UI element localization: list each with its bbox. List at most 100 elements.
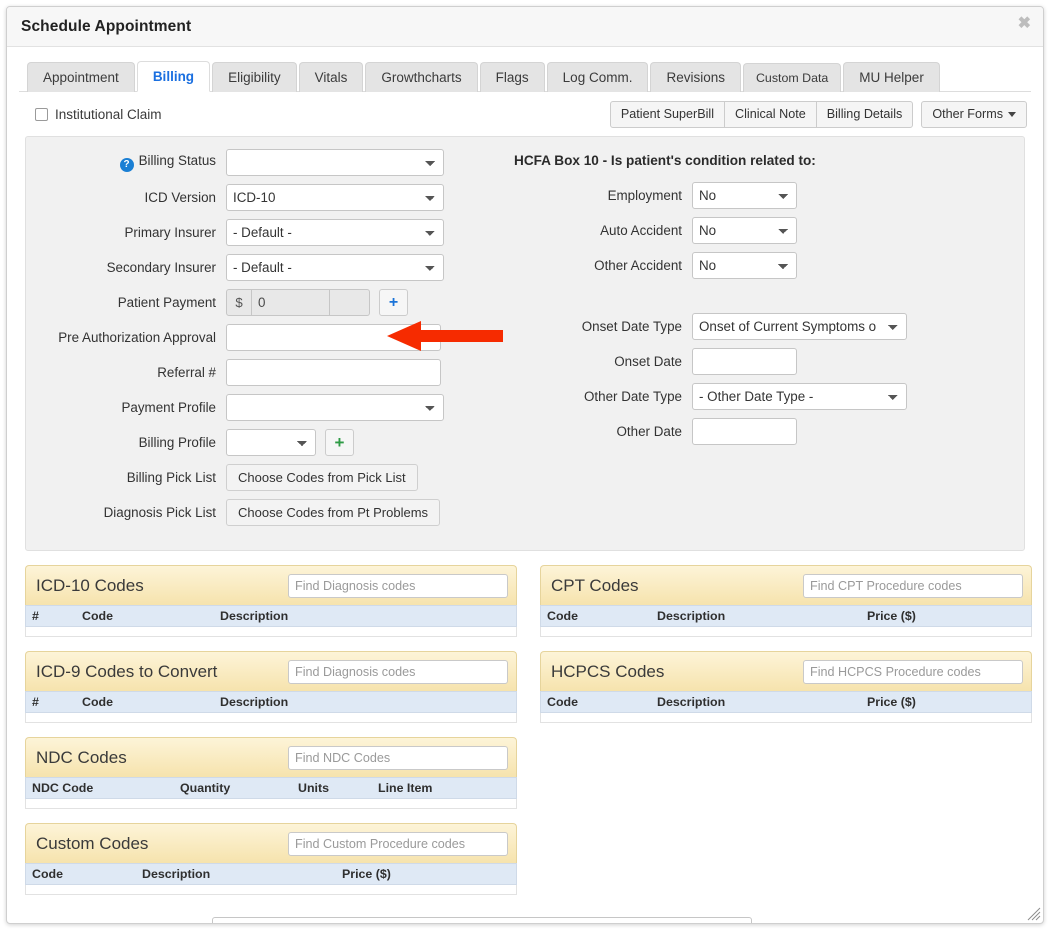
column-header: Description	[657, 695, 726, 710]
onset-date-input[interactable]	[692, 348, 797, 376]
hcfa-box10-column: HCFA Box 10 - Is patient's condition rel…	[476, 149, 1014, 534]
ndc-search-input[interactable]	[288, 745, 508, 770]
column-header: #	[32, 609, 39, 624]
icd10-codes-panel: ICD-10 Codes # Code Description	[25, 565, 517, 638]
icd9-search-wrapper	[288, 659, 508, 684]
other-date-row: Other Date	[492, 418, 1014, 446]
other-accident-label: Other Accident	[594, 258, 682, 274]
hcpcs-search-input[interactable]	[803, 659, 1023, 684]
column-header: Line Item	[378, 781, 433, 796]
column-header: Description	[220, 609, 289, 624]
edi-note-input[interactable]	[211, 917, 752, 923]
tab-log-comm[interactable]: Log Comm.	[546, 61, 649, 92]
icd10-column-headers: # Code Description	[25, 605, 517, 628]
icd10-search-input[interactable]	[288, 573, 508, 598]
icd9-codes-panel: ICD-9 Codes to Convert # Code Descriptio…	[25, 651, 517, 724]
add-billing-profile-button[interactable]: +	[325, 429, 354, 457]
tab-billing[interactable]: Billing	[136, 60, 211, 92]
other-date-control	[692, 418, 1014, 446]
auto-accident-control: No	[692, 217, 1014, 245]
patient-superbill-button[interactable]: Patient SuperBill	[609, 101, 726, 129]
column-header: Code	[82, 609, 113, 624]
ndc-column-headers: NDC Code Quantity Units Line Item	[25, 777, 517, 800]
cpt-search-wrapper	[803, 573, 1023, 598]
other-date-type-select[interactable]: - Other Date Type -	[692, 383, 907, 411]
icd-version-row: ICD Version ICD-10	[36, 184, 476, 212]
column-header: Code	[32, 867, 63, 882]
column-header: Price ($)	[867, 695, 916, 710]
include-edi-note-label: Include note in EDI Billing:	[50, 923, 204, 924]
other-date-input[interactable]	[692, 418, 797, 446]
ndc-panel-header: NDC Codes	[25, 737, 517, 778]
column-header: NDC Code	[32, 781, 94, 796]
close-icon[interactable]: ✖	[1018, 16, 1031, 32]
hcpcs-rows	[540, 713, 1032, 724]
secondary-insurer-control: - Default -	[226, 254, 476, 282]
billing-details-button[interactable]: Billing Details	[815, 101, 914, 129]
diagnosis-pick-list-label: Diagnosis Pick List	[103, 504, 216, 520]
institutional-claim-label: Institutional Claim	[55, 107, 162, 123]
column-header: Code	[82, 695, 113, 710]
custom-search-input[interactable]	[288, 831, 508, 856]
employment-select[interactable]: No	[692, 182, 797, 210]
tab-vitals[interactable]: Vitals	[298, 61, 364, 92]
employment-label: Employment	[607, 188, 682, 204]
clinical-note-button[interactable]: Clinical Note	[724, 101, 817, 129]
dialog-body: Appointment Billing Eligibility Vitals G…	[7, 47, 1043, 923]
primary-insurer-row: Primary Insurer - Default -	[36, 219, 476, 247]
icd-version-label: ICD Version	[144, 189, 216, 205]
column-header: #	[32, 695, 39, 710]
payment-profile-select[interactable]	[226, 394, 444, 422]
cpt-search-input[interactable]	[803, 573, 1023, 598]
cpt-codes-panel: CPT Codes Code Description Price ($)	[540, 565, 1032, 638]
billing-profile-control: +	[226, 429, 476, 457]
institutional-claim-checkbox[interactable]	[35, 108, 48, 122]
code-panels-left: ICD-10 Codes # Code Description	[25, 565, 517, 909]
icd9-search-input[interactable]	[288, 659, 508, 684]
tab-revisions[interactable]: Revisions	[650, 61, 741, 92]
billing-status-select[interactable]	[226, 149, 444, 177]
other-accident-row: Other Accident No	[492, 252, 1014, 280]
patient-payment-input[interactable]	[252, 289, 330, 317]
billing-toolbar-row: Institutional Claim Patient SuperBill Cl…	[19, 92, 1031, 136]
schedule-appointment-dialog: Schedule Appointment ✖ Appointment Billi…	[6, 6, 1044, 924]
pre-auth-input[interactable]	[226, 324, 441, 352]
patient-payment-tail-segment	[330, 289, 370, 317]
billing-profile-select[interactable]	[226, 429, 316, 457]
choose-codes-pt-problems-button[interactable]: Choose Codes from Pt Problems	[226, 499, 441, 527]
secondary-insurer-select[interactable]: - Default -	[226, 254, 444, 282]
patient-payment-row: Patient Payment $ +	[36, 289, 476, 317]
referral-input[interactable]	[226, 359, 441, 387]
tab-custom-data[interactable]: Custom Data	[742, 62, 842, 92]
patient-payment-add-button[interactable]: +	[379, 289, 408, 317]
payment-profile-control	[226, 394, 476, 422]
billing-form-left-column: ? Billing Status ICD Version ICD-10 Prima…	[36, 149, 476, 534]
onset-date-label: Onset Date	[614, 354, 682, 370]
help-icon[interactable]: ?	[119, 158, 134, 173]
ndc-rows	[25, 799, 517, 810]
onset-date-type-select[interactable]: Onset of Current Symptoms o	[692, 313, 907, 341]
billing-pick-list-row: Billing Pick List Choose Codes from Pick…	[36, 464, 476, 492]
choose-codes-pick-list-button[interactable]: Choose Codes from Pick List	[226, 464, 418, 492]
code-panels-right: CPT Codes Code Description Price ($)	[540, 565, 1032, 909]
other-accident-select[interactable]: No	[692, 252, 797, 280]
hcpcs-column-headers: Code Description Price ($)	[540, 691, 1032, 714]
onset-date-control	[692, 348, 1014, 376]
cpt-panel-title: CPT Codes	[551, 575, 639, 595]
billing-status-control	[226, 149, 476, 177]
hcfa-section-spacer	[492, 287, 1014, 313]
tab-appointment[interactable]: Appointment	[27, 61, 135, 92]
auto-accident-select[interactable]: No	[692, 217, 797, 245]
tab-mu-helper[interactable]: MU Helper	[843, 61, 940, 92]
tab-growthcharts[interactable]: Growthcharts	[365, 61, 478, 92]
other-forms-dropdown-button[interactable]: Other Forms	[921, 101, 1027, 129]
icd10-rows	[25, 627, 517, 638]
other-date-type-row: Other Date Type - Other Date Type -	[492, 383, 1014, 411]
custom-codes-panel: Custom Codes Code Description Price ($)	[25, 823, 517, 896]
icd-version-select[interactable]: ICD-10	[226, 184, 444, 212]
edi-note-row: Include note in EDI Billing:	[29, 917, 1025, 924]
primary-insurer-select[interactable]: - Default -	[226, 219, 444, 247]
tab-eligibility[interactable]: Eligibility	[212, 61, 297, 92]
tab-flags[interactable]: Flags	[479, 61, 545, 92]
other-accident-control: No	[692, 252, 1014, 280]
